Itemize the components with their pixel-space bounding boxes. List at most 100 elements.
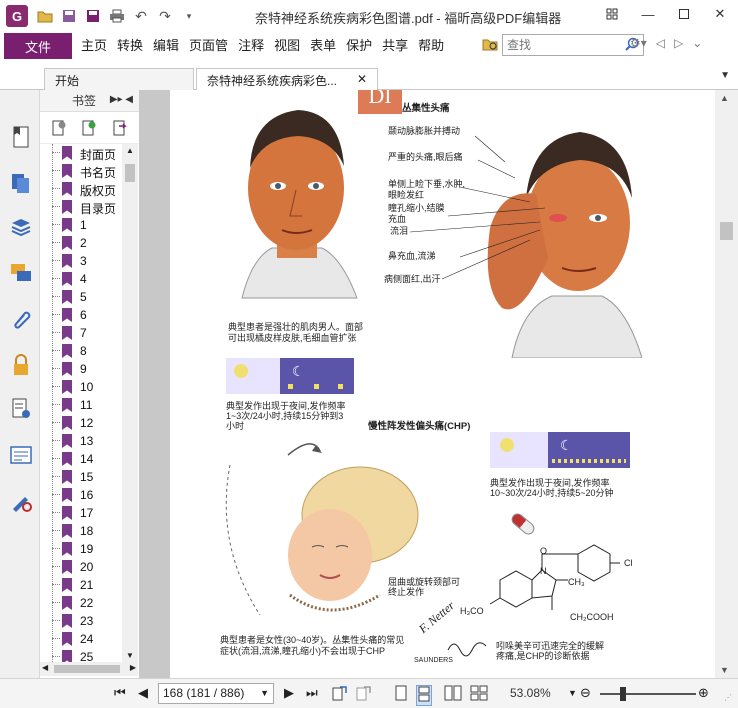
zoom-dropdown-icon[interactable]: ▼ xyxy=(568,688,577,698)
bookmark-item[interactable]: 9 xyxy=(40,360,122,378)
bookmark-item[interactable]: 8 xyxy=(40,342,122,360)
continuous-view-icon[interactable] xyxy=(416,685,432,706)
bookmark-item[interactable]: 版权页 xyxy=(40,180,122,198)
continuous-facing-view-icon[interactable] xyxy=(470,685,488,704)
bookmark-item[interactable]: 24 xyxy=(40,630,122,648)
page-dropdown-icon[interactable]: ▼ xyxy=(260,686,269,701)
customize-icon[interactable]: ▾ xyxy=(180,7,198,25)
bookmark-item[interactable]: 17 xyxy=(40,504,122,522)
save-as-icon[interactable] xyxy=(84,7,102,25)
restore-layout-icon[interactable] xyxy=(594,0,630,28)
tab-start[interactable]: 开始 xyxy=(44,68,194,90)
menu-form[interactable]: 表单 xyxy=(305,33,341,59)
signatures-panel-icon[interactable] xyxy=(8,488,34,514)
zoom-slider[interactable] xyxy=(600,693,696,695)
open-folder-icon[interactable] xyxy=(36,7,54,25)
minimize-icon[interactable]: — xyxy=(630,0,666,28)
bookmark-item[interactable]: 19 xyxy=(40,540,122,558)
close-icon[interactable]: ✕ xyxy=(702,0,738,28)
facing-view-icon[interactable] xyxy=(444,685,462,704)
resize-grip-icon[interactable]: ⋰ xyxy=(724,693,732,702)
tab-document[interactable]: 奈特神经系统疾病彩色... ✕ xyxy=(196,68,378,90)
bookmark-goto-icon[interactable] xyxy=(112,119,128,137)
bookmark-vertical-scrollbar[interactable]: ▲ ▼ xyxy=(122,144,138,662)
document-properties-icon[interactable] xyxy=(8,396,34,422)
delete-bookmark-icon[interactable] xyxy=(51,119,67,137)
menu-convert[interactable]: 转换 xyxy=(112,33,148,59)
bookmark-item[interactable]: 封面页 xyxy=(40,144,122,162)
bookmark-item[interactable]: 2 xyxy=(40,234,122,252)
bookmark-item[interactable]: 3 xyxy=(40,252,122,270)
bookmark-item[interactable]: 20 xyxy=(40,558,122,576)
settings-gear-icon[interactable]: ⚙▾ xyxy=(630,36,647,50)
file-menu-button[interactable]: 文件 xyxy=(4,33,72,59)
scroll-left-icon[interactable]: ◀ xyxy=(42,663,48,672)
bookmark-horizontal-scrollbar[interactable]: ◀ ▶ xyxy=(40,662,138,676)
bookmark-item[interactable]: 4 xyxy=(40,270,122,288)
bookmark-item[interactable]: 1 xyxy=(40,216,122,234)
attachments-panel-icon[interactable] xyxy=(8,306,34,332)
find-folder-icon[interactable] xyxy=(482,37,498,54)
single-page-view-icon[interactable] xyxy=(394,685,408,704)
maximize-icon[interactable] xyxy=(666,0,702,28)
document-vertical-scrollbar[interactable]: ▲ ▼ xyxy=(715,90,738,678)
bookmark-item[interactable]: 10 xyxy=(40,378,122,396)
bookmark-item[interactable]: 25 xyxy=(40,648,122,662)
doc-scroll-up-icon[interactable]: ▲ xyxy=(720,93,729,103)
scroll-up-icon[interactable]: ▲ xyxy=(126,146,134,155)
menu-edit[interactable]: 编辑 xyxy=(148,33,184,59)
bookmark-item[interactable]: 11 xyxy=(40,396,122,414)
previous-icon[interactable]: ◁ xyxy=(656,36,665,50)
zoom-out-icon[interactable]: ⊖ xyxy=(580,685,591,701)
bookmark-item[interactable]: 13 xyxy=(40,432,122,450)
next-view-icon[interactable] xyxy=(356,685,372,704)
scroll-down-icon[interactable]: ▼ xyxy=(126,651,134,660)
zoom-level[interactable]: 53.08% xyxy=(510,686,551,700)
pages-panel-icon[interactable] xyxy=(8,170,34,196)
bookmark-item[interactable]: 6 xyxy=(40,306,122,324)
bookmark-item[interactable]: 18 xyxy=(40,522,122,540)
zoom-slider-thumb[interactable] xyxy=(620,687,626,701)
zoom-in-icon[interactable]: ⊕ xyxy=(698,685,709,701)
layers-panel-icon[interactable] xyxy=(8,214,34,240)
save-icon[interactable] xyxy=(60,7,78,25)
bookmark-item[interactable]: 21 xyxy=(40,576,122,594)
scroll-right-icon[interactable]: ▶ xyxy=(130,663,136,672)
page-number-field[interactable]: 168 (181 / 886) ▼ xyxy=(158,683,274,704)
security-lock-icon[interactable] xyxy=(8,352,34,378)
first-page-icon[interactable]: ⏮ xyxy=(114,685,126,701)
panel-controls-icon[interactable]: ▶▸ ◀ xyxy=(110,94,133,105)
bookmark-item[interactable]: 书名页 xyxy=(40,162,122,180)
bookmark-item[interactable]: 23 xyxy=(40,612,122,630)
bookmark-hscroll-thumb[interactable] xyxy=(54,665,120,673)
menu-help[interactable]: 帮助 xyxy=(413,33,449,59)
bookmark-item[interactable]: 16 xyxy=(40,486,122,504)
undo-icon[interactable]: ↶ xyxy=(132,7,150,25)
menu-page-manage[interactable]: 页面管 xyxy=(184,33,233,59)
menu-share[interactable]: 共享 xyxy=(377,33,413,59)
menu-view[interactable]: 视图 xyxy=(269,33,305,59)
doc-scroll-down-icon[interactable]: ▼ xyxy=(720,665,729,675)
bookmark-item[interactable]: 7 xyxy=(40,324,122,342)
prev-page-icon[interactable]: ◀ xyxy=(138,685,148,701)
next-page-icon[interactable]: ▶ xyxy=(284,685,294,701)
bookmark-item[interactable]: 14 xyxy=(40,450,122,468)
bookmark-item[interactable]: 目录页 xyxy=(40,198,122,216)
form-fields-panel-icon[interactable] xyxy=(8,442,34,468)
bookmark-scroll-thumb[interactable] xyxy=(125,164,135,182)
bookmark-item[interactable]: 5 xyxy=(40,288,122,306)
bookmark-panel-icon[interactable] xyxy=(8,124,34,150)
tab-close-icon[interactable]: ✕ xyxy=(357,72,367,87)
tab-list-dropdown-icon[interactable]: ▼ xyxy=(720,70,730,81)
doc-scroll-thumb[interactable] xyxy=(720,222,733,240)
comments-panel-icon[interactable] xyxy=(8,260,34,286)
print-icon[interactable] xyxy=(108,7,126,25)
redo-icon[interactable]: ↷ xyxy=(156,7,174,25)
menu-home[interactable]: 主页 xyxy=(76,33,112,59)
search-field[interactable] xyxy=(502,34,644,56)
bookmark-item[interactable]: 15 xyxy=(40,468,122,486)
previous-view-icon[interactable] xyxy=(332,685,348,704)
search-input[interactable] xyxy=(507,38,615,52)
last-page-icon[interactable]: ⏭ xyxy=(306,685,318,701)
menu-comment[interactable]: 注释 xyxy=(233,33,269,59)
